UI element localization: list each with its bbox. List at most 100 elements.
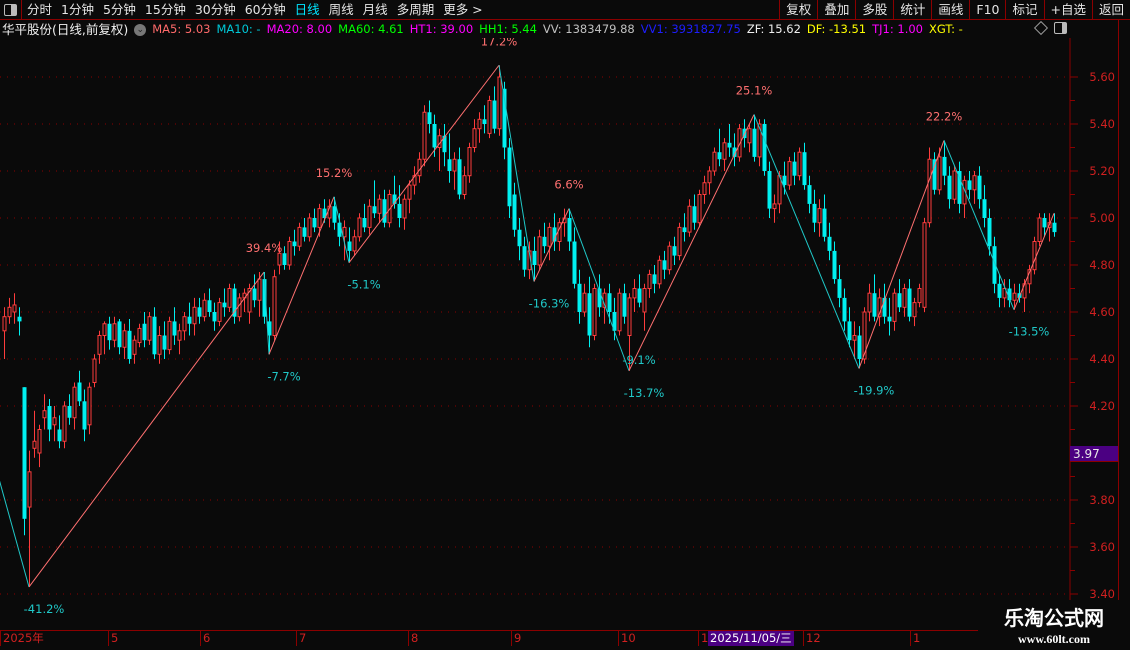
period-tab[interactable]: 多周期 <box>397 1 435 18</box>
candle-body-up <box>917 288 922 304</box>
period-tab[interactable]: 5分钟 <box>103 1 136 18</box>
candle-body-up <box>62 405 67 442</box>
period-tab[interactable]: 15分钟 <box>145 1 186 18</box>
candle-body-down <box>1042 218 1047 228</box>
candle-body-down <box>997 283 1002 298</box>
toolbar-button[interactable]: 叠加 <box>817 0 855 19</box>
candle-body-up <box>147 316 152 341</box>
candle-body-down <box>77 382 82 402</box>
candle-body-up <box>97 335 102 355</box>
candle-body-up <box>32 440 37 449</box>
candle-body-up <box>87 386 92 426</box>
candle-body-down <box>107 323 112 341</box>
toolbar-button[interactable]: 标记 <box>1005 0 1043 19</box>
zigzag-percent-label: 39.4% <box>246 241 283 255</box>
candle-body-down <box>987 218 992 247</box>
candle-body-up <box>272 276 277 336</box>
candle-body-up <box>592 288 597 336</box>
candle-body-up <box>697 194 702 224</box>
candle-body-up <box>192 306 197 325</box>
diamond-icon[interactable] <box>1033 20 1049 36</box>
period-tab[interactable]: 分时 <box>27 1 52 18</box>
candle-body-down <box>837 279 842 298</box>
candle-body-up <box>37 429 42 454</box>
indicator-legend: 华平股份(日线,前复权) ⌄ MA5: 5.03 MA10: - MA20: 8.0… <box>2 21 963 38</box>
price-axis-label: 5.40 <box>1089 117 1115 131</box>
panel-toggle-icon[interactable] <box>1054 22 1067 34</box>
candle-body-up <box>707 170 712 184</box>
period-tab[interactable]: 1分钟 <box>61 1 94 18</box>
zigzag-percent-label: 15.2% <box>316 166 353 180</box>
candle-body-down <box>572 241 577 284</box>
zigzag-percent-label: -13.5% <box>1009 325 1050 339</box>
candle-body-up <box>472 128 477 148</box>
panel-icon <box>4 4 17 16</box>
candle-body-down <box>692 206 697 223</box>
toolbar-button[interactable]: 返回 <box>1091 0 1130 19</box>
indicator-value: VV: 1383479.88 <box>542 22 635 36</box>
chevron-down-icon[interactable]: ⌄ <box>134 23 147 36</box>
toolbar-button[interactable]: 多股 <box>855 0 893 19</box>
period-tab[interactable]: 30分钟 <box>195 1 236 18</box>
candle-body-up <box>92 358 97 383</box>
candle-body-up <box>462 175 467 195</box>
candle-body-up <box>12 304 17 313</box>
price-axis-label: 5.20 <box>1089 164 1115 178</box>
price-axis-label: 4.40 <box>1089 352 1115 366</box>
candle-body-up <box>912 302 917 318</box>
candle-body-up <box>627 297 632 336</box>
candle-body-up <box>1032 241 1037 271</box>
candle-body-up <box>367 205 372 228</box>
candle-body-down <box>232 288 237 317</box>
period-tab[interactable]: 月线 <box>363 1 388 18</box>
candle-body-up <box>422 111 427 160</box>
candle-body-down <box>682 227 687 233</box>
price-axis-label: 3.60 <box>1089 540 1115 554</box>
indicator-value: HH1: 5.44 <box>479 22 537 36</box>
indicator-value: MA20: 8.00 <box>266 22 333 36</box>
zigzag-percent-label: -5.1% <box>347 278 380 292</box>
toolbar-button[interactable]: +自选 <box>1043 0 1092 19</box>
candle-body-up <box>177 330 182 341</box>
toolbar-button[interactable]: 统计 <box>893 0 931 19</box>
watermark-logo: 乐淘公式网 www.60lt.com <box>978 600 1130 650</box>
candle-body-up <box>72 386 77 419</box>
candle-body-up <box>1037 217 1042 242</box>
candle-body-down <box>767 171 772 209</box>
candle-body-up <box>217 302 222 322</box>
panel-toggle-button[interactable] <box>0 0 22 19</box>
toolbar-button[interactable]: 复权 <box>779 0 817 19</box>
candle-body-up <box>452 158 457 172</box>
zigzag-segment <box>943 140 1015 310</box>
cursor-date-label: 2025/11/05/三 <box>708 631 794 646</box>
candlestick-chart[interactable]: 5.60 5.40 5.20 5.00 4.80 4.60 4.40 4.20 3.80 3.60… <box>0 38 1118 630</box>
candle-body-up <box>747 128 752 144</box>
candle-body-up <box>702 182 707 195</box>
indicator-value: MA10: - <box>216 22 261 36</box>
candle-body-up <box>52 417 57 426</box>
candle-body-up <box>927 158 932 224</box>
candle-body-down <box>792 161 797 176</box>
candle-body-up <box>467 147 472 177</box>
date-axis-label: 7 <box>296 631 306 646</box>
date-axis: 2025年 5 6 7 8 9 10 1 12 1 2025/11/05/三 <box>0 630 1070 647</box>
period-tab[interactable]: 日线 <box>295 1 320 18</box>
candle-body-down <box>187 316 192 324</box>
candle-body-down <box>1052 222 1057 233</box>
indicator-value: DF: -13.51 <box>806 22 867 36</box>
toolbar-button[interactable]: F10 <box>969 0 1005 19</box>
candle-body-up <box>667 245 672 271</box>
stock-title: 华平股份(日线,前复权) <box>2 22 129 37</box>
candle-body-up <box>772 203 777 210</box>
candle-body-down <box>507 147 512 207</box>
period-tab[interactable]: 更多 > <box>443 1 482 18</box>
candle-body-down <box>67 406 72 418</box>
toolbar-right-buttons: 复权 叠加 多股 统计 画线 F10 标记 +自选 返回 <box>779 0 1130 19</box>
price-axis-label: 4.20 <box>1089 399 1115 413</box>
candle-body-down <box>492 100 497 129</box>
toolbar-button[interactable]: 画线 <box>931 0 969 19</box>
candle-body-down <box>447 159 452 171</box>
candle-body-up <box>817 208 822 224</box>
period-tab[interactable]: 周线 <box>329 1 354 18</box>
period-tab[interactable]: 60分钟 <box>245 1 286 18</box>
